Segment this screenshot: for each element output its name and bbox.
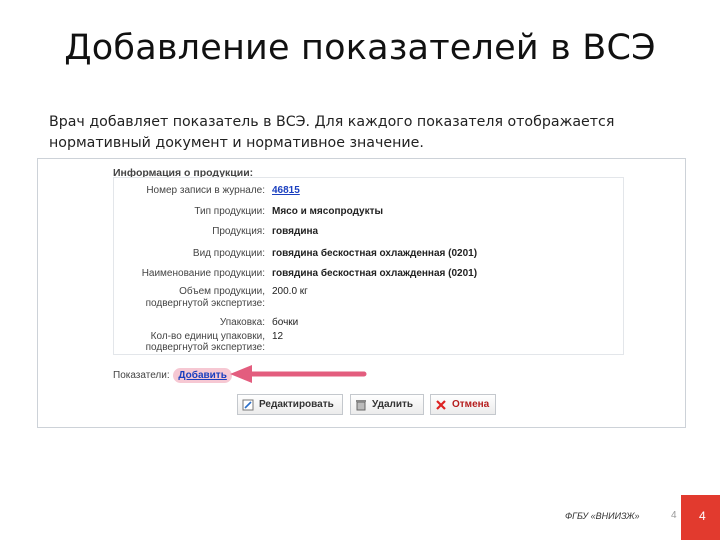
- info-row-package-count: Кол-во единиц упаковки, подвергнутой экс…: [114, 331, 625, 355]
- info-row-product-type: Тип продукции: Мясо и мясопродукты: [114, 206, 625, 218]
- info-row-product: Продукция: говядина: [114, 226, 625, 238]
- page-number-ghost: 4: [671, 510, 677, 521]
- info-label: Кол-во единиц упаковки, подвергнутой экс…: [145, 331, 265, 353]
- info-label: Продукция:: [212, 226, 265, 237]
- info-row-record-number: Номер записи в журнале: 46815: [114, 185, 625, 197]
- info-value: бочки: [272, 317, 299, 328]
- info-value: Мясо и мясопродукты: [272, 206, 384, 217]
- indicators-row: Показатели: Добавить: [113, 368, 232, 383]
- info-label: Объем продукции, подвергнутой экспертизе…: [145, 286, 265, 309]
- add-indicator-link[interactable]: Добавить: [178, 370, 226, 381]
- footer-organization: ФГБУ «ВНИИЗЖ»: [565, 511, 640, 521]
- page-number-badge: 4: [681, 495, 720, 540]
- edit-button[interactable]: Редактировать: [237, 394, 343, 415]
- info-row-product-kind: Вид продукции: говядина бескостная охлаж…: [114, 248, 625, 260]
- slide-title: Добавление показателей в ВСЭ: [64, 28, 656, 68]
- form-screenshot: Информация о продукции: Номер записи в ж…: [37, 158, 686, 428]
- pencil-icon: [242, 399, 254, 411]
- info-value: говядина бескостная охлажденная (0201): [272, 268, 478, 279]
- cancel-button-label: Отмена: [452, 399, 490, 410]
- info-row-product-name: Наименование продукции: говядина бескост…: [114, 268, 625, 280]
- indicators-label: Показатели:: [113, 370, 170, 381]
- record-number-link[interactable]: 46815: [272, 185, 300, 196]
- info-label: Тип продукции:: [194, 206, 265, 217]
- info-value: 12: [272, 331, 284, 342]
- delete-button-label: Удалить: [372, 399, 414, 410]
- info-row-volume: Объем продукции, подвергнутой экспертизе…: [114, 286, 625, 312]
- info-value: 200.0 кг: [272, 286, 308, 297]
- add-highlight: Добавить: [173, 368, 232, 383]
- info-label: Наименование продукции:: [141, 268, 265, 279]
- info-row-packaging: Упаковка: бочки: [114, 317, 625, 329]
- info-label: Вид продукции:: [192, 248, 265, 259]
- page-number: 4: [699, 509, 706, 523]
- info-value: говядина бескостная охлажденная (0201): [272, 248, 478, 259]
- product-info-box: Номер записи в журнале: 46815 Тип продук…: [113, 177, 624, 355]
- trash-icon: [355, 399, 367, 411]
- cancel-button[interactable]: Отмена: [430, 394, 496, 415]
- slide-description: Врач добавляет показатель в ВСЭ. Для каж…: [49, 114, 615, 151]
- pointer-arrow-icon: [230, 365, 367, 383]
- info-label: Упаковка:: [219, 317, 265, 328]
- close-icon: [435, 399, 447, 411]
- delete-button[interactable]: Удалить: [350, 394, 424, 415]
- edit-button-label: Редактировать: [259, 399, 334, 410]
- info-value: говядина: [272, 226, 319, 237]
- info-label: Номер записи в журнале:: [146, 185, 265, 196]
